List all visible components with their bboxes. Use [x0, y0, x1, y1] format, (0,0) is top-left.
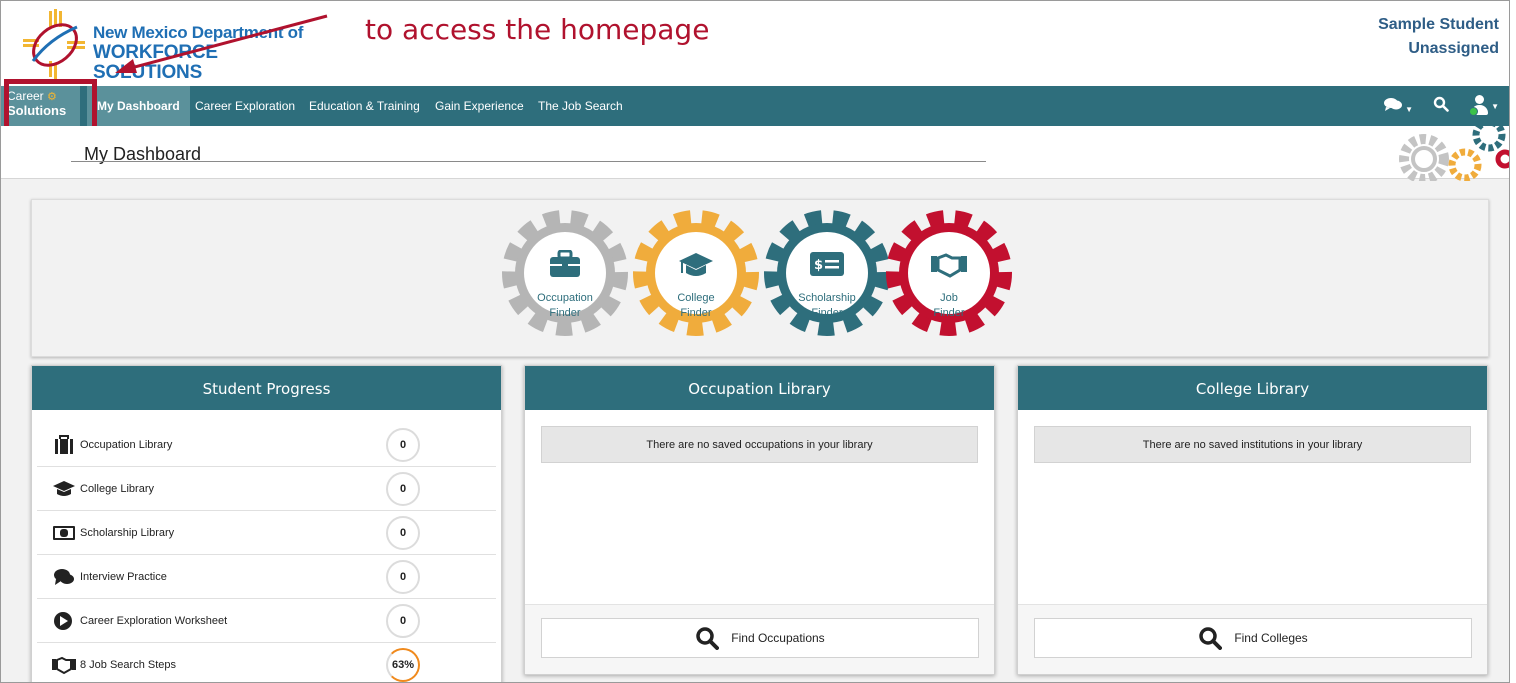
nav-education-training[interactable]: Education & Training	[299, 86, 430, 126]
college-library-title: College Library	[1018, 366, 1487, 410]
find-occupations-button[interactable]: Find Occupations	[541, 618, 979, 658]
user-status: Unassigned	[1408, 40, 1499, 57]
chat-menu-button[interactable]: ▼	[1383, 96, 1413, 117]
progress-row-interview-practice[interactable]: Interview Practice 0	[37, 555, 496, 599]
sun-logo-icon	[23, 9, 85, 79]
progress-label: Scholarship Library	[80, 526, 175, 539]
occupation-finder-button[interactable]: Occupation Finder	[501, 208, 629, 338]
app-window: New Mexico Department of WORKFORCE SOLUT…	[0, 0, 1510, 683]
page-title-bar: My Dashboard	[1, 126, 1509, 179]
progress-label: Career Exploration Worksheet	[80, 614, 228, 627]
chat-icon	[1384, 97, 1403, 111]
progress-count-badge: 0	[386, 428, 420, 462]
progress-count-badge: 0	[386, 472, 420, 506]
annotation-text: to access the homepage	[365, 13, 710, 46]
college-library-card: College Library There are no saved insti…	[1017, 365, 1488, 675]
progress-row-occupation-library[interactable]: Occupation Library 0	[37, 423, 496, 467]
progress-list: Occupation Library 0 College Library 0 S…	[32, 410, 501, 682]
play-circle-icon	[54, 611, 72, 630]
progress-label: College Library	[80, 482, 154, 495]
scholarship-finder-button[interactable]: $ Scholarship Finder	[763, 208, 891, 338]
decorative-gears-icon	[1399, 119, 1509, 181]
search-icon	[1199, 627, 1223, 650]
find-occupations-label: Find Occupations	[731, 631, 825, 645]
progress-percent-badge: 63%	[386, 648, 420, 682]
handshake-icon	[931, 253, 967, 278]
comments-icon	[54, 568, 74, 585]
job-finder-label: Job Finder	[933, 292, 965, 319]
user-menu-button[interactable]: ▼	[1469, 95, 1499, 117]
briefcase-icon	[55, 434, 73, 454]
progress-label: Interview Practice	[80, 570, 167, 583]
user-icon	[1469, 95, 1489, 117]
college-finder-label: College Finder	[677, 292, 715, 319]
job-finder-button[interactable]: Job Finder	[885, 208, 1013, 338]
occupation-library-card: Occupation Library There are no saved oc…	[524, 365, 995, 675]
finder-panel: Occupation Finder College Finder $ Schol…	[31, 199, 1489, 357]
find-colleges-button[interactable]: Find Colleges	[1034, 618, 1472, 658]
progress-label: 8 Job Search Steps	[80, 659, 177, 671]
main-nav: Career ⚙ Solutions My Dashboard Career E…	[1, 86, 1509, 126]
search-button[interactable]	[1433, 96, 1449, 117]
money-icon	[53, 525, 75, 540]
progress-count-badge: 0	[386, 560, 420, 594]
briefcase-icon	[550, 250, 580, 277]
student-progress-card: Student Progress Occupation Library 0 Co…	[31, 365, 502, 682]
graduation-cap-icon	[679, 253, 713, 276]
progress-row-scholarship-library[interactable]: Scholarship Library 0	[37, 511, 496, 555]
find-colleges-label: Find Colleges	[1234, 631, 1308, 645]
nav-my-dashboard[interactable]: My Dashboard	[87, 86, 190, 126]
nav-job-search[interactable]: The Job Search	[528, 86, 633, 126]
search-icon	[696, 627, 720, 650]
handshake-icon	[52, 656, 76, 675]
progress-count-badge: 0	[386, 516, 420, 550]
occupation-empty-message: There are no saved occupations in your l…	[541, 426, 978, 463]
nav-gain-experience[interactable]: Gain Experience	[425, 86, 534, 126]
user-info: Sample Student Unassigned	[1378, 13, 1499, 61]
college-empty-message: There are no saved institutions in your …	[1034, 426, 1471, 463]
search-icon	[1433, 96, 1449, 112]
student-progress-title: Student Progress	[32, 366, 501, 410]
money-icon: $	[810, 252, 844, 276]
annotation-arrow-icon	[115, 14, 328, 73]
college-finder-button[interactable]: College Finder	[632, 208, 760, 338]
occupation-finder-label: Occupation Finder	[537, 292, 593, 319]
occupation-library-title: Occupation Library	[525, 366, 994, 410]
graduation-cap-icon	[53, 480, 75, 496]
title-underline	[71, 161, 986, 162]
progress-row-job-search-steps[interactable]: 8 Job Search Steps 63%	[37, 643, 496, 682]
svg-text:$: $	[814, 258, 823, 273]
user-name: Sample Student	[1378, 16, 1499, 33]
scholarship-finder-label: Scholarship Finder	[798, 292, 856, 319]
progress-count-badge: 0	[386, 604, 420, 638]
progress-row-career-worksheet[interactable]: Career Exploration Worksheet 0	[37, 599, 496, 643]
progress-row-college-library[interactable]: College Library 0	[37, 467, 496, 511]
nav-career-exploration[interactable]: Career Exploration	[185, 86, 305, 126]
progress-label: Occupation Library	[80, 438, 173, 451]
